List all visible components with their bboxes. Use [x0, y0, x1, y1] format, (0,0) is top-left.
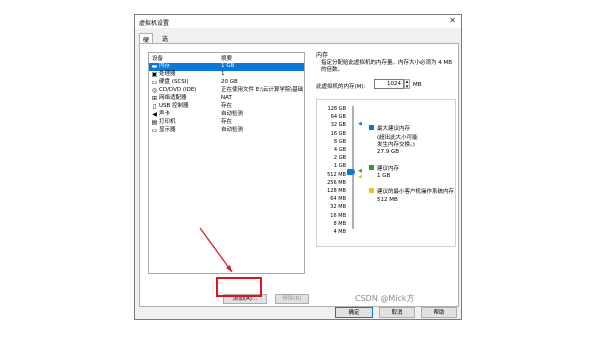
- device-name: 硬盘 (SCSI): [159, 79, 189, 85]
- device-name: USB 控制器: [159, 103, 189, 109]
- watermark: CSDN @Mick方: [355, 294, 415, 303]
- memory-scale-label: 128 GB: [327, 106, 346, 112]
- device-name: 内存: [159, 63, 171, 69]
- device-name: 处理器: [159, 71, 176, 77]
- remove-device-button[interactable]: 移除(R): [275, 294, 309, 304]
- monitor-icon: ▭: [151, 127, 158, 134]
- memory-scale-label: 1 GB: [333, 163, 346, 170]
- memory-scale-label: 16 MB: [330, 212, 346, 219]
- min-legend-label: 建议的最小客户机操作系统内存: [377, 189, 455, 195]
- device-summary: 20 GB: [221, 79, 238, 85]
- memory-slider-thumb[interactable]: [347, 169, 355, 175]
- rec-legend-swatch: [369, 165, 374, 170]
- device-summary: NAT: [221, 95, 232, 101]
- device-summary: 1: [221, 71, 225, 77]
- min-marker-icon: ◀: [358, 174, 362, 180]
- memory-scale-label: 32 MB: [330, 204, 346, 211]
- rec-legend-label: 建议内存: [377, 166, 400, 172]
- sound-icon: ◀: [152, 111, 157, 118]
- rec-legend-value: 1 GB: [377, 173, 391, 179]
- device-summary: 自动检测: [221, 127, 244, 133]
- memory-scale-label: 8 MB: [333, 220, 346, 227]
- memory-scale-label: 128 MB: [327, 188, 346, 194]
- device-name: 网络适配器: [159, 95, 187, 101]
- hardware-panel: 设备 摘要 ▬ 内存 1 GB ▣ 处理器 1 ▭ 硬盘 (SCSI) 20 GB ◎ CD/DVD…: [139, 43, 459, 307]
- printer-icon: ▤: [151, 119, 158, 126]
- memory-scale-label: 2 GB: [333, 155, 346, 162]
- device-row[interactable]: ▯ USB 控制器 存在: [149, 103, 304, 111]
- ok-button[interactable]: 确定: [335, 307, 373, 318]
- hard-disk-icon: ▭: [151, 79, 158, 86]
- device-row[interactable]: ▬ 内存 1 GB: [149, 63, 304, 71]
- device-name: 打印机: [159, 119, 176, 125]
- min-legend-swatch: [369, 188, 374, 193]
- device-row[interactable]: ▤ 打印机 存在: [149, 119, 304, 127]
- device-summary: 自动检测: [221, 111, 244, 117]
- device-row[interactable]: ◀ 声卡 自动检测: [149, 111, 304, 119]
- annotation-highlight-box: [216, 277, 262, 297]
- device-row[interactable]: ▭ 硬盘 (SCSI) 20 GB: [149, 79, 304, 87]
- memory-section-title: 内存: [316, 52, 329, 59]
- memory-scale-label: 64 GB: [330, 114, 346, 121]
- cd-icon: ◎: [151, 87, 158, 94]
- device-row[interactable]: ▭ 显示器 自动检测: [149, 127, 304, 135]
- processor-icon: ▣: [151, 71, 158, 78]
- device-summary: 正在使用文件 E:\云计算学院\基础: [221, 87, 304, 93]
- max-legend-label: 最大建议内存: [377, 126, 411, 132]
- device-summary: 存在: [221, 119, 233, 125]
- memory-scale-label: 256 MB: [327, 179, 346, 186]
- device-summary: 存在: [221, 103, 233, 109]
- memory-scale-label: 32 GB: [330, 122, 346, 129]
- device-row[interactable]: ⊞ 网络适配器 NAT: [149, 95, 304, 103]
- memory-description: 指定分配给此虚拟机的内存量。内存大小必须为 4 MB 的倍数。: [321, 60, 453, 73]
- memory-scale-label: 8 GB: [333, 138, 346, 145]
- cancel-button[interactable]: 取消: [379, 307, 415, 318]
- memory-icon: ▬: [151, 63, 158, 70]
- column-header-summary[interactable]: 摘要: [221, 54, 232, 62]
- device-row[interactable]: ◎ CD/DVD (IDE) 正在使用文件 E:\云计算学院\基础: [149, 87, 304, 95]
- title-bar: 虚拟机设置 ✕: [135, 15, 461, 28]
- help-button[interactable]: 帮助: [421, 307, 457, 318]
- usb-icon: ▯: [152, 103, 157, 110]
- min-legend-value: 512 MB: [377, 197, 398, 203]
- max-legend-swatch: [369, 125, 374, 130]
- column-header-device[interactable]: 设备: [152, 54, 163, 62]
- memory-scale-label: 16 GB: [330, 130, 346, 137]
- memory-scale-label: 4 GB: [333, 147, 346, 153]
- tab-options[interactable]: 选项: [159, 33, 171, 52]
- max-legend-note-2: 发生内存交换。): [377, 142, 415, 148]
- memory-stepper[interactable]: ▴ ▾: [404, 79, 410, 90]
- memory-unit: MB: [413, 82, 422, 88]
- device-summary: 1 GB: [221, 63, 235, 69]
- memory-scale-label: 64 MB: [330, 196, 346, 203]
- device-name: 声卡: [159, 111, 171, 117]
- vm-settings-dialog: 虚拟机设置 ✕ 硬件 选项 设备 摘要 ▬内存1 GB▣处理器1▭硬盘 (SCS…: [134, 14, 462, 320]
- device-row[interactable]: ▣ 处理器 1: [149, 71, 304, 79]
- memory-input[interactable]: 1024: [374, 79, 404, 89]
- window-title: 虚拟机设置: [139, 20, 170, 27]
- memory-scale-label: 4 MB: [333, 229, 346, 235]
- max-marker-icon: ◀: [358, 121, 362, 127]
- memory-slider-track[interactable]: [352, 106, 354, 229]
- device-name: 显示器: [159, 127, 176, 133]
- network-icon: ⊞: [151, 95, 158, 102]
- device-name: CD/DVD (IDE): [159, 87, 197, 93]
- memory-field-label: 此虚拟机的内存(M):: [316, 84, 366, 90]
- memory-input-value: 1024: [387, 81, 401, 87]
- max-legend-value: 27.9 GB: [377, 149, 400, 155]
- memory-scale-label: 512 MB: [327, 171, 346, 178]
- close-icon[interactable]: ✕: [449, 16, 456, 25]
- device-list[interactable]: 设备 摘要 ▬ 内存 1 GB ▣ 处理器 1 ▭ 硬盘 (SCSI) 20 GB ◎ CD/DVD…: [148, 52, 305, 274]
